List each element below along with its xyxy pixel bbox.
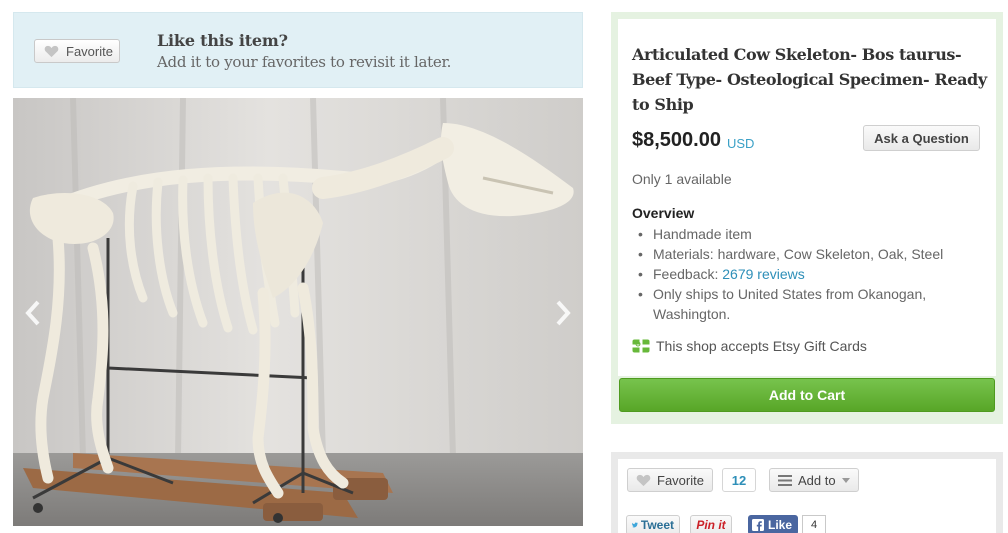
availability-text: Only 1 available bbox=[632, 171, 732, 187]
add-to-label: Add to bbox=[798, 472, 836, 488]
overview-item-shipping: Only ships to United States from Okanoga… bbox=[632, 284, 962, 324]
favorite-banner: Favorite Like this item? Add it to your … bbox=[13, 12, 583, 88]
facebook-icon bbox=[752, 519, 764, 531]
tweet-button[interactable]: Tweet bbox=[626, 515, 680, 533]
tweet-label: Tweet bbox=[640, 518, 674, 532]
favorite-prompt-subtitle: Add it to your favorites to revisit it l… bbox=[157, 53, 452, 71]
overview-item-materials: Materials: hardware, Cow Skeleton, Oak, … bbox=[632, 244, 962, 264]
dropdown-arrow-icon bbox=[841, 477, 850, 483]
price: $8,500.00 bbox=[632, 129, 721, 151]
reviews-link[interactable]: 2679 reviews bbox=[722, 266, 805, 282]
product-image[interactable] bbox=[13, 98, 583, 526]
currency-code[interactable]: USD bbox=[727, 136, 754, 151]
add-to-list-button[interactable]: Add to bbox=[769, 468, 859, 492]
social-panel: Favorite 12 Add to Tweet Pin it Like 4 bbox=[611, 452, 1003, 533]
favorite-item-button[interactable]: Favorite bbox=[627, 468, 713, 492]
listing-title: Articulated Cow Skeleton- Bos taurus- Be… bbox=[632, 45, 987, 114]
list-icon bbox=[778, 474, 792, 486]
gift-card-text: This shop accepts Etsy Gift Cards bbox=[656, 338, 867, 354]
gift-card-notice: This shop accepts Etsy Gift Cards bbox=[632, 338, 867, 354]
feedback-label: Feedback: bbox=[653, 266, 719, 282]
chevron-right-icon[interactable] bbox=[551, 298, 575, 328]
favorite-item-label: Favorite bbox=[657, 472, 704, 488]
favorite-button-label: Favorite bbox=[66, 43, 113, 59]
favorite-prompt-title: Like this item? bbox=[157, 31, 288, 50]
chevron-left-icon[interactable] bbox=[21, 298, 45, 328]
twitter-icon bbox=[632, 522, 638, 528]
cow-skeleton-photo bbox=[13, 98, 583, 526]
listing-details: Articulated Cow Skeleton- Bos taurus- Be… bbox=[618, 19, 996, 376]
favorite-button[interactable]: Favorite bbox=[34, 39, 120, 63]
ask-question-button[interactable]: Ask a Question bbox=[863, 125, 980, 151]
like-label: Like bbox=[768, 518, 793, 532]
pinit-button[interactable]: Pin it bbox=[690, 515, 732, 533]
gift-card-icon bbox=[632, 339, 650, 353]
overview-heading: Overview bbox=[632, 205, 695, 221]
facebook-like-button[interactable]: Like bbox=[748, 515, 798, 533]
overview-item-handmade: Handmade item bbox=[632, 224, 962, 244]
heart-icon bbox=[44, 45, 59, 57]
overview-list: Handmade item Materials: hardware, Cow S… bbox=[632, 224, 962, 324]
overview-item-feedback: Feedback: 2679 reviews bbox=[632, 264, 962, 284]
like-count: 4 bbox=[802, 515, 826, 533]
add-to-cart-button[interactable]: Add to Cart bbox=[619, 378, 995, 412]
favorite-count[interactable]: 12 bbox=[722, 468, 756, 492]
favorite-prompt: Like this item? Add it to your favorites… bbox=[157, 31, 451, 71]
listing-panel: Articulated Cow Skeleton- Bos taurus- Be… bbox=[611, 12, 1003, 424]
heart-icon bbox=[636, 474, 651, 486]
social-actions: Favorite 12 Add to Tweet Pin it Like 4 bbox=[618, 459, 996, 533]
